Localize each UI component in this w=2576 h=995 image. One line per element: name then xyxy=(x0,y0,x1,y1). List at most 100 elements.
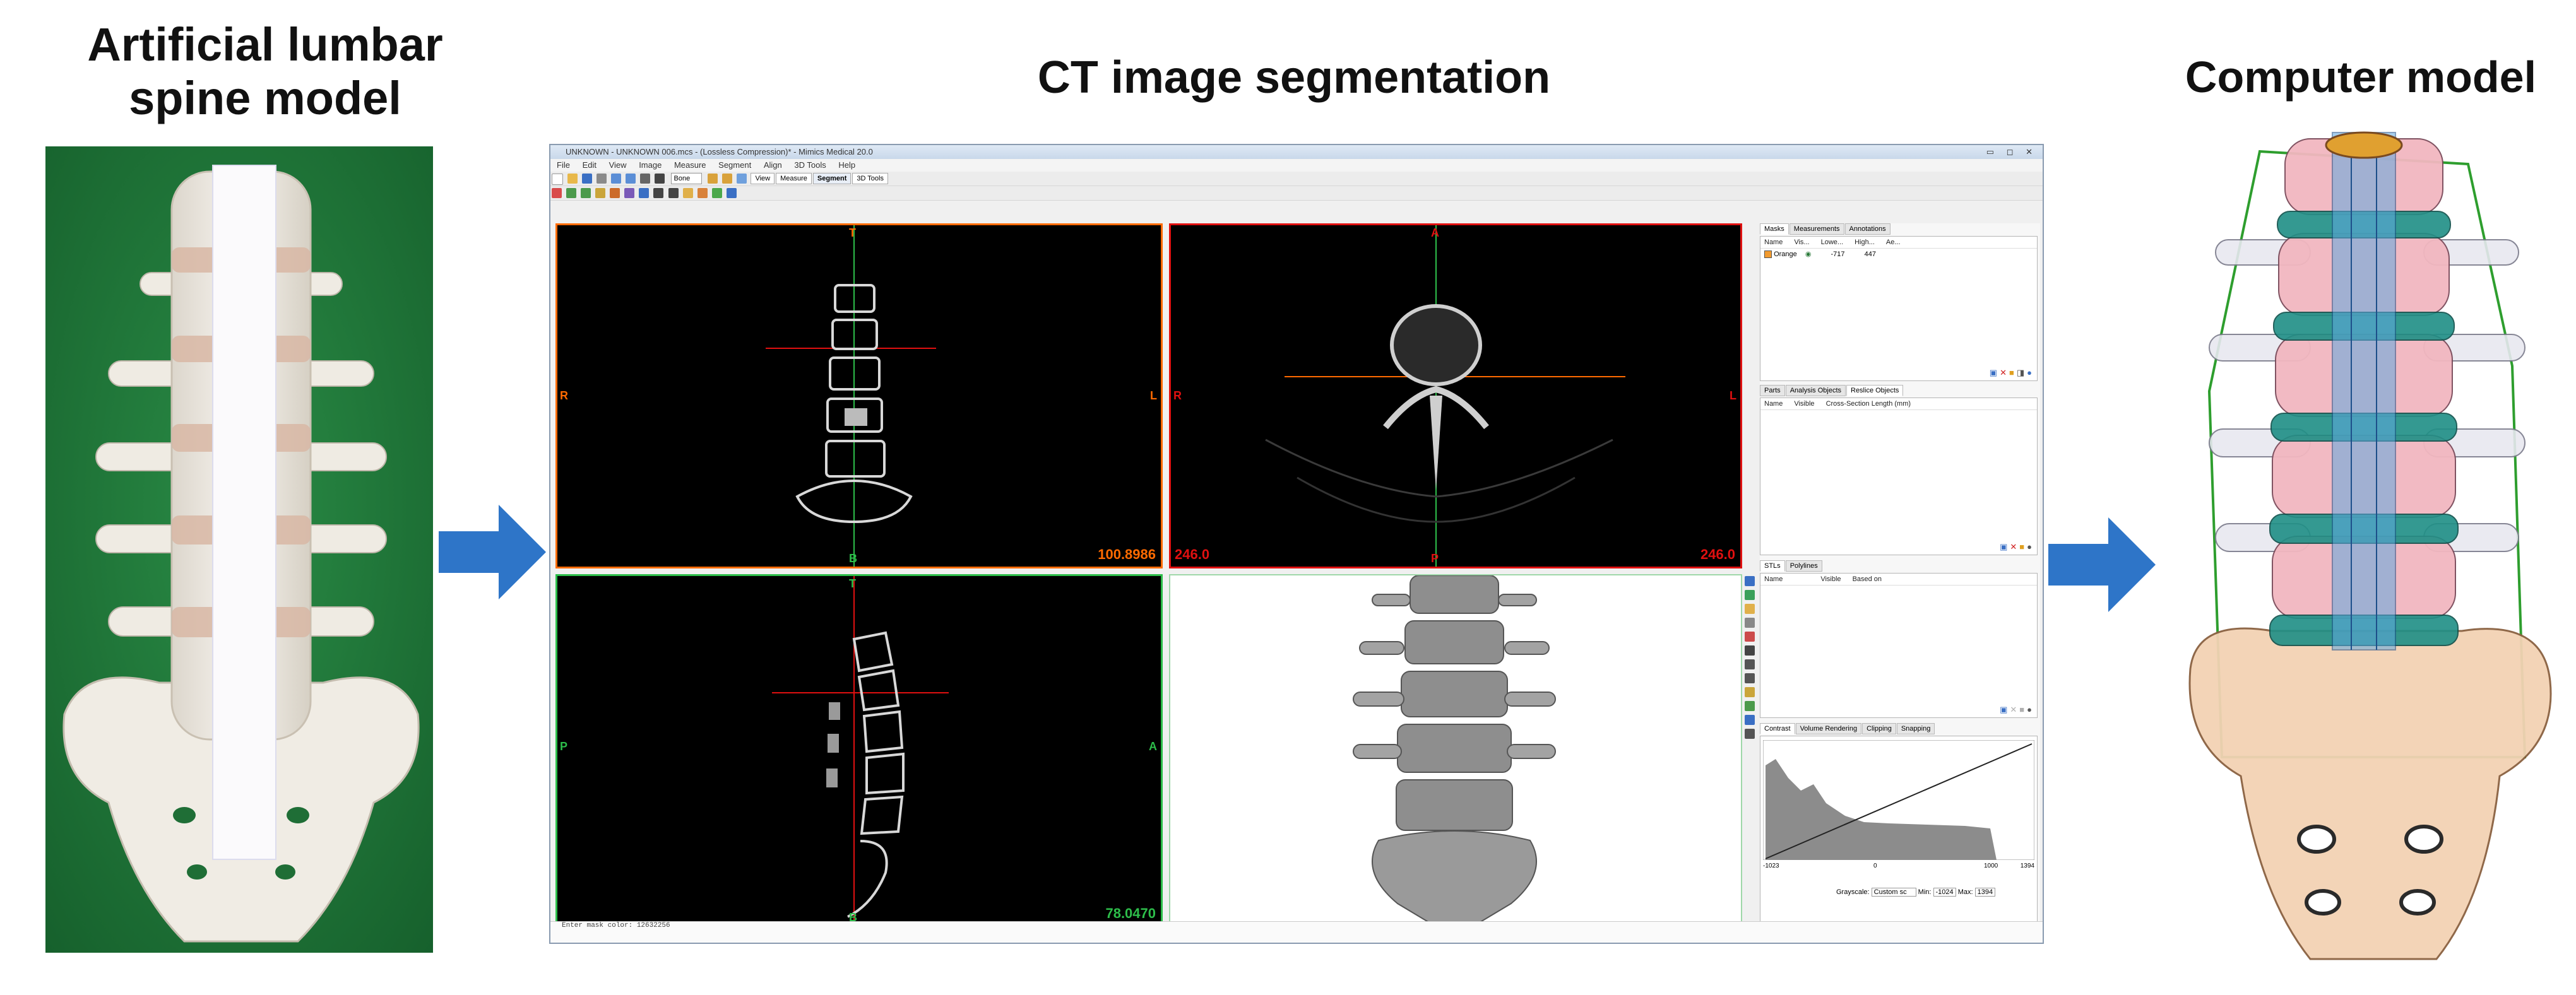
rotate-icon[interactable] xyxy=(640,174,651,184)
zoom-icon[interactable] xyxy=(708,174,718,184)
viewport-axial[interactable]: A P R L 246.0 246.0 xyxy=(1169,223,1742,568)
contrast-histogram[interactable] xyxy=(1763,740,2034,860)
paint-icon[interactable] xyxy=(1745,632,1755,642)
point-icon[interactable] xyxy=(1745,645,1755,656)
undo-icon[interactable] xyxy=(611,174,622,184)
new-icon[interactable] xyxy=(552,174,563,185)
part-copy-icon[interactable]: ■ xyxy=(2019,542,2027,551)
menu-view[interactable]: View xyxy=(609,160,627,170)
lasso-icon[interactable] xyxy=(668,188,679,198)
region-grow-icon[interactable] xyxy=(566,188,577,198)
tab-view[interactable]: View xyxy=(751,173,775,184)
camera-icon[interactable] xyxy=(1745,590,1755,600)
delete-part-icon[interactable]: ✕ xyxy=(2010,542,2019,551)
viewport-3d[interactable] xyxy=(1169,574,1742,927)
tick-zero: 0 xyxy=(1873,863,1877,869)
edit-mask-icon[interactable] xyxy=(581,188,591,198)
col-higher[interactable]: High... xyxy=(1855,238,1875,246)
col-name[interactable]: Name xyxy=(1764,238,1783,246)
new-mask-icon[interactable]: ▣ xyxy=(1990,368,2000,377)
col-name[interactable]: Name xyxy=(1764,400,1783,408)
col-visible[interactable]: Visible xyxy=(1820,575,1841,583)
rotate-view-icon[interactable] xyxy=(1745,659,1755,669)
mask-more-icon[interactable]: ● xyxy=(2027,368,2034,377)
pan-view-icon[interactable] xyxy=(1745,673,1755,683)
mask-properties-icon[interactable]: ◨ xyxy=(2017,368,2027,377)
max-input[interactable]: 1394 xyxy=(1974,888,1996,897)
duplicate-mask-icon[interactable]: ■ xyxy=(2009,368,2017,377)
tab-contrast[interactable]: Contrast xyxy=(1760,723,1795,734)
mask-visible-icon[interactable]: ◉ xyxy=(1805,250,1812,258)
menu-help[interactable]: Help xyxy=(838,160,855,170)
tab-reslice-objects[interactable]: Reslice Objects xyxy=(1846,385,1904,396)
title-line-2: spine model xyxy=(129,72,401,125)
menu-image[interactable]: Image xyxy=(639,160,662,170)
calculate-part-icon[interactable] xyxy=(711,188,722,198)
window-controls[interactable]: ▭ ◻ ✕ xyxy=(1986,145,2038,159)
tab-analysis-objects[interactable]: Analysis Objects xyxy=(1785,385,1846,396)
print-icon[interactable] xyxy=(597,174,607,184)
menu-measure[interactable]: Measure xyxy=(674,160,706,170)
col-visible[interactable]: Vis... xyxy=(1794,238,1809,246)
col-visible[interactable]: Visible xyxy=(1794,400,1814,408)
grayscale-select[interactable]: Custom sc xyxy=(1871,888,1916,897)
tab-polylines[interactable]: Polylines xyxy=(1785,560,1822,572)
col-cross-section[interactable]: Cross-Section Length (mm) xyxy=(1826,400,1911,408)
move-icon[interactable] xyxy=(655,174,665,184)
tab-measurements[interactable]: Measurements xyxy=(1789,223,1844,235)
multiple-slice-icon[interactable] xyxy=(595,188,606,198)
lighting-icon[interactable] xyxy=(1745,604,1755,614)
viewport-coronal[interactable]: T B R L 100.8986 xyxy=(555,223,1163,568)
settings-icon[interactable] xyxy=(1745,729,1755,739)
threshold-icon[interactable] xyxy=(552,188,562,198)
menu-align[interactable]: Align xyxy=(764,160,782,170)
smart-fill-icon[interactable] xyxy=(624,188,635,198)
menu-edit[interactable]: Edit xyxy=(583,160,597,170)
boolean-icon[interactable] xyxy=(697,188,708,198)
measure-icon[interactable] xyxy=(1745,701,1755,711)
threshold-dropdown[interactable]: Bone xyxy=(670,173,703,184)
menu-segment[interactable]: Segment xyxy=(718,160,751,170)
tab-annotations[interactable]: Annotations xyxy=(1844,223,1890,235)
fill-holes-icon[interactable] xyxy=(610,188,620,198)
redo-icon[interactable] xyxy=(626,174,636,184)
delete-mask-icon[interactable]: ✕ xyxy=(2000,368,2009,377)
tab-measure[interactable]: Measure xyxy=(776,173,812,184)
tab-stls[interactable]: STLs xyxy=(1760,560,1785,572)
new-stl-icon[interactable]: ▣ xyxy=(2000,705,2010,714)
tab-masks[interactable]: Masks xyxy=(1760,223,1789,235)
save-icon[interactable] xyxy=(582,174,593,184)
pencil-icon[interactable] xyxy=(1745,687,1755,697)
pan-icon[interactable] xyxy=(722,174,733,184)
axes-icon[interactable] xyxy=(1745,715,1755,725)
tab-clipping[interactable]: Clipping xyxy=(1862,723,1896,734)
open-icon[interactable] xyxy=(567,174,578,184)
brush-icon[interactable] xyxy=(653,188,664,198)
col-lower[interactable]: Lowe... xyxy=(1821,238,1843,246)
tab-parts[interactable]: Parts xyxy=(1760,385,1785,396)
wrap-icon[interactable] xyxy=(726,188,737,198)
col-based-on[interactable]: Based on xyxy=(1853,575,1882,583)
menu-file[interactable]: File xyxy=(557,160,570,170)
layout-icon[interactable] xyxy=(737,174,747,184)
view-3d-icon[interactable] xyxy=(1745,576,1755,586)
min-input[interactable]: -1024 xyxy=(1933,888,1956,897)
stl-more-icon[interactable]: ● xyxy=(2027,705,2034,714)
tab-snapping[interactable]: Snapping xyxy=(1896,723,1935,734)
mask-row[interactable]: Orange ◉ -717 447 xyxy=(1760,249,2037,259)
stl-copy-icon[interactable]: ■ xyxy=(2019,705,2027,714)
tab-segment[interactable]: Segment xyxy=(812,173,852,184)
col-name[interactable]: Name xyxy=(1764,575,1783,583)
crop-icon[interactable] xyxy=(682,188,693,198)
delete-stl-icon[interactable]: ✕ xyxy=(2010,705,2019,714)
viewport-sagittal[interactable]: T B P A 78.0470 xyxy=(555,574,1163,927)
tab-3d-tools[interactable]: 3D Tools xyxy=(852,173,888,184)
menu-3d-tools[interactable]: 3D Tools xyxy=(794,160,826,170)
reset-view-icon[interactable] xyxy=(1745,618,1755,628)
col-ae[interactable]: Ae... xyxy=(1886,238,1901,246)
new-part-icon[interactable]: ▣ xyxy=(2000,542,2010,551)
split-mask-icon[interactable] xyxy=(639,188,650,198)
contrast-panel: -1023 0 1000 1394 Grayscale: Custom sc M… xyxy=(1760,736,2038,925)
tab-volume-rendering[interactable]: Volume Rendering xyxy=(1795,723,1862,734)
part-more-icon[interactable]: ● xyxy=(2027,542,2034,551)
